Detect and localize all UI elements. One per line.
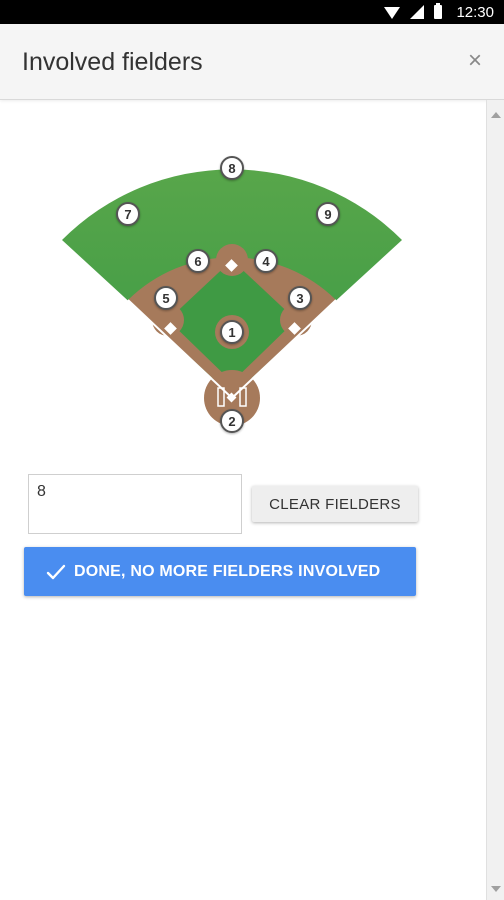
- fielder-third-base[interactable]: 5: [154, 286, 178, 310]
- close-icon[interactable]: ×: [462, 48, 488, 74]
- fielder-right-field[interactable]: 9: [316, 202, 340, 226]
- clear-fielders-button[interactable]: CLEAR FIELDERS: [252, 486, 418, 522]
- fielder-pitcher[interactable]: 1: [220, 320, 244, 344]
- scroll-down-arrow-icon[interactable]: [491, 886, 501, 892]
- wifi-icon: [384, 7, 401, 19]
- battery-icon: [434, 3, 443, 19]
- signal-icon: [410, 5, 425, 19]
- fielder-left-field[interactable]: 7: [116, 202, 140, 226]
- status-icons: 12:30: [384, 0, 494, 24]
- scroll-up-arrow-icon[interactable]: [491, 112, 501, 118]
- fielder-shortstop[interactable]: 6: [186, 249, 210, 273]
- fielder-center-field[interactable]: 8: [220, 156, 244, 180]
- involved-fielders-input[interactable]: 8: [28, 474, 242, 534]
- fielder-second-base[interactable]: 4: [254, 249, 278, 273]
- scrollbar[interactable]: [486, 100, 504, 900]
- baseball-field-diagram: 8 7 9 6 4 5 3 1 2: [40, 120, 420, 440]
- done-button[interactable]: DONE, NO MORE FIELDERS INVOLVED: [24, 547, 416, 596]
- status-time: 12:30: [456, 3, 494, 21]
- done-button-label: DONE, NO MORE FIELDERS INVOLVED: [74, 562, 381, 580]
- fielder-catcher[interactable]: 2: [220, 409, 244, 433]
- dialog-title: Involved fielders: [22, 48, 203, 76]
- check-icon: [46, 564, 66, 579]
- dialog-header: Involved fielders ×: [0, 24, 504, 100]
- fielder-first-base[interactable]: 3: [288, 286, 312, 310]
- status-bar: 12:30: [0, 0, 504, 24]
